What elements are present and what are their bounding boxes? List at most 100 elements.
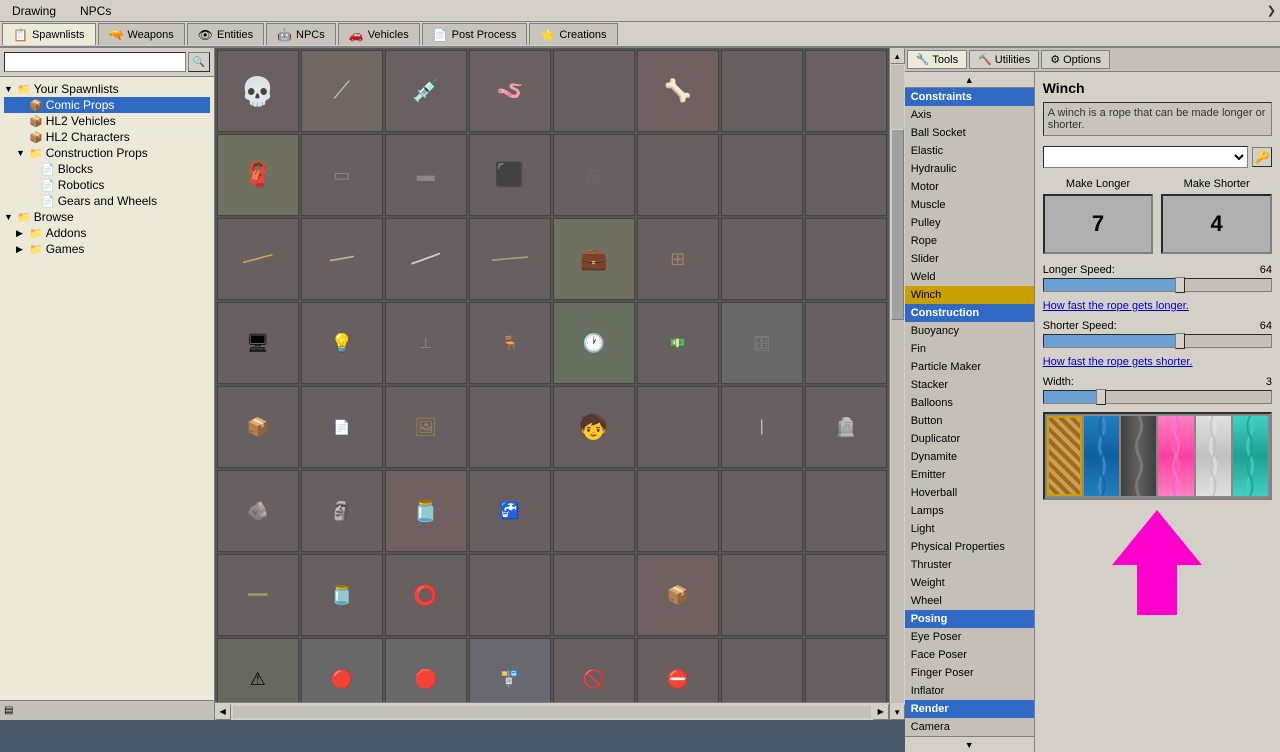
grid-item-59[interactable]: 🛑 bbox=[385, 638, 467, 702]
grid-item-11[interactable]: ▬ bbox=[385, 134, 467, 216]
grid-item-15[interactable] bbox=[721, 134, 803, 216]
grid-item-21[interactable]: 💼 bbox=[553, 218, 635, 300]
tab-spawnlists[interactable]: 📋 Spawnlists bbox=[2, 23, 96, 45]
cat-item-light[interactable]: Light bbox=[905, 520, 1034, 538]
grid-item-48[interactable] bbox=[805, 470, 887, 552]
grid-item-47[interactable] bbox=[721, 470, 803, 552]
grid-item-60[interactable]: 🚏 bbox=[469, 638, 551, 702]
grid-item-54[interactable]: 📦 bbox=[637, 554, 719, 636]
cat-item-dynamite[interactable]: Dynamite bbox=[905, 448, 1034, 466]
cat-header-constraints[interactable]: Constraints bbox=[905, 88, 1034, 106]
tab-tools[interactable]: 🔧 Tools bbox=[907, 50, 967, 69]
cat-item-particle-maker[interactable]: Particle Maker bbox=[905, 358, 1034, 376]
tree-item-construction-props[interactable]: ▼ 📁 Construction Props bbox=[4, 145, 210, 161]
grid-item-16[interactable] bbox=[805, 134, 887, 216]
winch-dropdown[interactable] bbox=[1043, 146, 1248, 168]
tree-item-blocks[interactable]: 📄 Blocks bbox=[4, 161, 210, 177]
tab-creations[interactable]: ⭐ Creations bbox=[529, 23, 617, 45]
scroll-down-btn[interactable]: ▼ bbox=[890, 704, 905, 720]
grid-item-45[interactable] bbox=[553, 470, 635, 552]
cat-item-elastic[interactable]: Elastic bbox=[905, 142, 1034, 160]
grid-item-32[interactable] bbox=[805, 302, 887, 384]
scroll-left-btn[interactable]: ◀ bbox=[215, 704, 231, 720]
grid-item-46[interactable] bbox=[637, 470, 719, 552]
grid-item-51[interactable]: ⭕ bbox=[385, 554, 467, 636]
shorter-speed-track[interactable] bbox=[1043, 334, 1272, 348]
tab-npcs[interactable]: 🤖 NPCs bbox=[266, 23, 336, 45]
tab-vehicles[interactable]: 🚗 Vehicles bbox=[338, 23, 420, 45]
grid-item-41[interactable]: 🪨 bbox=[217, 470, 299, 552]
cat-item-thruster[interactable]: Thruster bbox=[905, 556, 1034, 574]
scroll-thumb-v[interactable] bbox=[891, 129, 904, 320]
cat-item-wheel[interactable]: Wheel bbox=[905, 592, 1034, 610]
cat-item-face-poser[interactable]: Face Poser bbox=[905, 646, 1034, 664]
cat-item-weld[interactable]: Weld bbox=[905, 268, 1034, 286]
grid-item-39[interactable]: | bbox=[721, 386, 803, 468]
grid-item-5[interactable] bbox=[553, 50, 635, 132]
search-input[interactable] bbox=[4, 52, 186, 72]
grid-item-29[interactable]: 🕐 bbox=[553, 302, 635, 384]
grid-item-24[interactable] bbox=[805, 218, 887, 300]
rope-swatch-blue-chain[interactable] bbox=[1084, 416, 1119, 496]
make-longer-input[interactable]: 7 bbox=[1043, 194, 1154, 254]
cat-scroll-up[interactable]: ▲ bbox=[905, 72, 1034, 88]
cat-item-hydraulic[interactable]: Hydraulic bbox=[905, 160, 1034, 178]
tree-item-hl2-vehicles[interactable]: 📦 HL2 Vehicles bbox=[4, 113, 210, 129]
grid-item-14[interactable] bbox=[637, 134, 719, 216]
cat-header-posing[interactable]: Posing bbox=[905, 610, 1034, 628]
width-track[interactable] bbox=[1043, 390, 1272, 404]
grid-item-12[interactable]: ⬛ bbox=[469, 134, 551, 216]
grid-item-33[interactable]: 📦 bbox=[217, 386, 299, 468]
grid-item-1[interactable]: 💀 bbox=[217, 50, 299, 132]
grid-item-4[interactable]: 🪱 bbox=[469, 50, 551, 132]
cat-item-lamps[interactable]: Lamps bbox=[905, 502, 1034, 520]
grid-item-25[interactable]: 🖥 bbox=[217, 302, 299, 384]
rope-swatch-white-chain[interactable] bbox=[1196, 416, 1231, 496]
grid-item-50[interactable]: 🫙 bbox=[301, 554, 383, 636]
longer-speed-track[interactable] bbox=[1043, 278, 1272, 292]
menu-npcs[interactable]: NPCs bbox=[72, 2, 119, 20]
tab-postprocess[interactable]: 📄 Post Process bbox=[422, 23, 528, 45]
make-shorter-input[interactable]: 4 bbox=[1161, 194, 1272, 254]
width-thumb[interactable] bbox=[1096, 389, 1106, 405]
grid-item-10[interactable]: ▭ bbox=[301, 134, 383, 216]
cat-item-inflator[interactable]: Inflator bbox=[905, 682, 1034, 700]
grid-item-37[interactable]: 🧒 bbox=[553, 386, 635, 468]
tree-item-addons[interactable]: ▶ 📁 Addons bbox=[4, 225, 210, 241]
menu-drawing[interactable]: Drawing bbox=[4, 2, 64, 20]
grid-item-31[interactable]: 🗄 bbox=[721, 302, 803, 384]
grid-item-26[interactable]: 💡 bbox=[301, 302, 383, 384]
grid-item-28[interactable]: 🪑 bbox=[469, 302, 551, 384]
cat-item-camera[interactable]: Camera bbox=[905, 718, 1034, 736]
scroll-right-btn[interactable]: ▶ bbox=[873, 704, 889, 720]
cat-item-pulley[interactable]: Pulley bbox=[905, 214, 1034, 232]
grid-item-57[interactable]: ⚠ bbox=[217, 638, 299, 702]
grid-item-36[interactable] bbox=[469, 386, 551, 468]
tab-weapons[interactable]: 🔫 Weapons bbox=[98, 23, 185, 45]
cat-item-weight[interactable]: Weight bbox=[905, 574, 1034, 592]
grid-item-7[interactable] bbox=[721, 50, 803, 132]
tree-item-games[interactable]: ▶ 📁 Games bbox=[4, 241, 210, 257]
grid-item-6[interactable]: 🦴 bbox=[637, 50, 719, 132]
rope-swatch-rope[interactable] bbox=[1047, 416, 1082, 496]
tree-item-browse[interactable]: ▼ 📁 Browse bbox=[4, 209, 210, 225]
grid-item-44[interactable]: 🚰 bbox=[469, 470, 551, 552]
cat-scroll-down[interactable]: ▼ bbox=[905, 736, 1034, 752]
grid-item-2[interactable]: ⟋ bbox=[301, 50, 383, 132]
grid-item-38[interactable] bbox=[637, 386, 719, 468]
cat-item-slider[interactable]: Slider bbox=[905, 250, 1034, 268]
grid-item-43[interactable]: 🫙 bbox=[385, 470, 467, 552]
scroll-up-btn[interactable]: ▲ bbox=[890, 48, 905, 64]
grid-item-52[interactable] bbox=[469, 554, 551, 636]
cat-item-finger-poser[interactable]: Finger Poser bbox=[905, 664, 1034, 682]
tab-entities[interactable]: 👁 Entities bbox=[187, 23, 264, 45]
grid-item-20[interactable]: ━━━━━━ bbox=[469, 218, 551, 300]
cat-item-axis[interactable]: Axis bbox=[905, 106, 1034, 124]
grid-item-35[interactable]: 🖼 bbox=[385, 386, 467, 468]
grid-item-56[interactable] bbox=[805, 554, 887, 636]
tree-item-your-spawnlists[interactable]: ▼ 📁 Your Spawnlists bbox=[4, 81, 210, 97]
cat-item-muscle[interactable]: Muscle bbox=[905, 196, 1034, 214]
tree-item-gears-wheels[interactable]: 📄 Gears and Wheels bbox=[4, 193, 210, 209]
grid-item-27[interactable]: ⊥ bbox=[385, 302, 467, 384]
cat-item-winch[interactable]: Winch bbox=[905, 286, 1034, 304]
